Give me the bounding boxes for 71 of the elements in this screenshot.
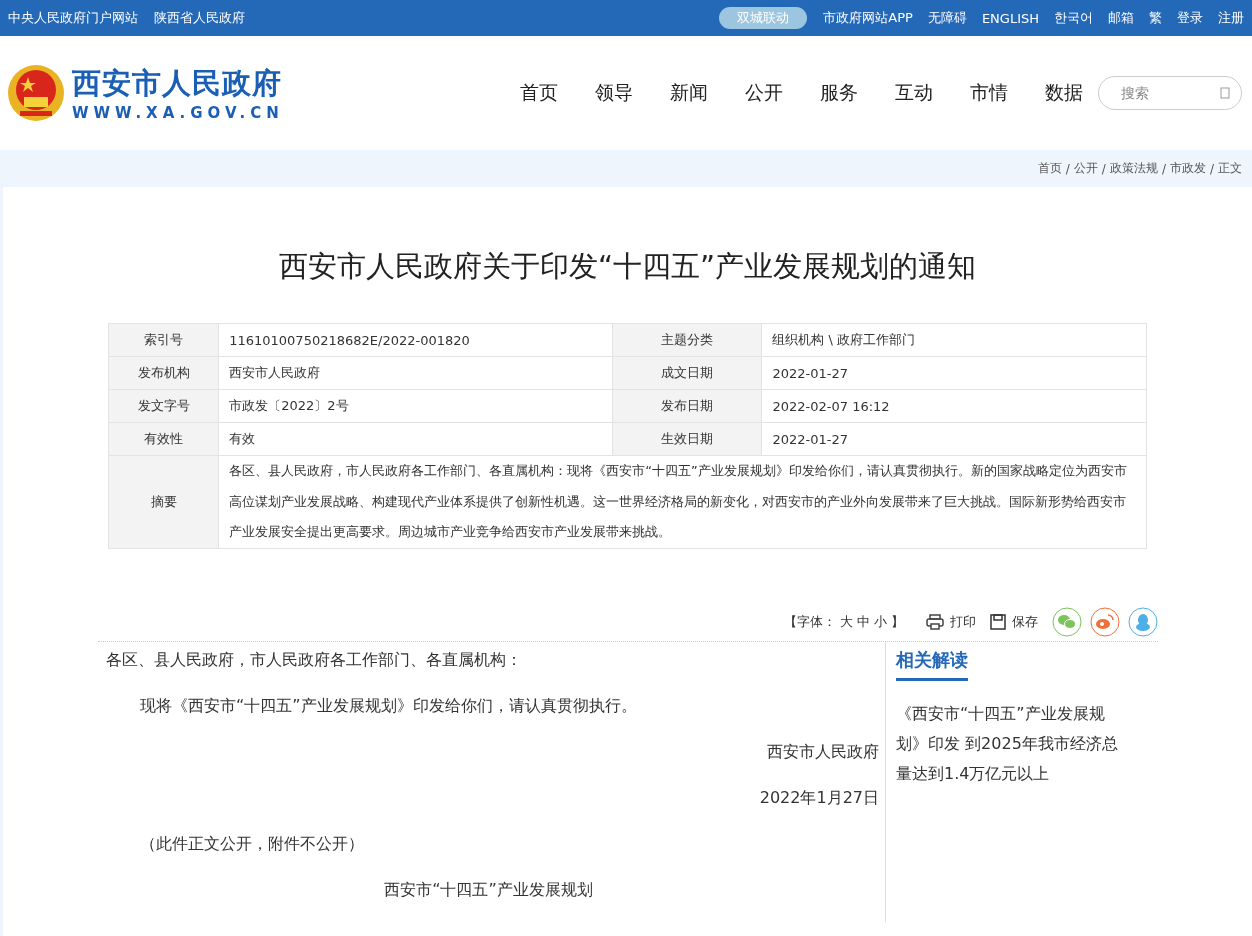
top-link[interactable]: 无障碍: [927, 9, 967, 27]
nav-item[interactable]: 数据: [1045, 80, 1083, 106]
nav-item[interactable]: 公开: [745, 80, 783, 106]
breadcrumb-separator: /: [1065, 161, 1070, 176]
emblem-icon: [6, 63, 66, 123]
related-link[interactable]: 《西安市“十四五”产业发展规划》印发 到2025年我市经济总量达到1.4万亿元以上: [896, 698, 1132, 789]
breadcrumb-separator: /: [1101, 161, 1106, 176]
floppy-icon: [990, 613, 1006, 630]
meta-label: 有效性: [108, 422, 219, 456]
meta-value: 组织机构 \ 政府工作部门: [761, 323, 1147, 357]
meta-label: 索引号: [108, 323, 219, 357]
nav-item[interactable]: 市情: [970, 80, 1008, 106]
meta-value: 市政发〔2022〕2号: [218, 389, 613, 423]
body-paragraph: 现将《西安市“十四五”产业发展规划》印发给你们，请认真贯彻执行。: [139, 694, 638, 717]
body-paragraph: 各区、县人民政府，市人民政府各工作部门、各直属机构：: [105, 648, 523, 671]
meta-label: 发文字号: [108, 389, 219, 423]
meta-label: 发布日期: [612, 389, 762, 423]
body-paragraph: 西安市人民政府: [766, 740, 880, 763]
font-size-bracket: 】: [891, 612, 904, 631]
site-url: WWW.XA.GOV.CN: [72, 104, 284, 122]
top-link[interactable]: 中央人民政府门户网站: [8, 9, 138, 27]
font-size-label: 【字体：: [784, 612, 836, 631]
nav-item[interactable]: 首页: [520, 80, 558, 106]
top-link[interactable]: 陕西省人民政府: [154, 9, 245, 27]
top-link[interactable]: ENGLISH: [981, 10, 1039, 26]
top-link[interactable]: 繁: [1149, 9, 1162, 27]
breadcrumb-link[interactable]: 公开: [1073, 160, 1098, 177]
meta-value: 2022-01-27: [761, 422, 1147, 456]
meta-value: 有效: [218, 422, 613, 456]
meta-value: 2022-01-27: [761, 356, 1147, 390]
nav-item[interactable]: 互动: [895, 80, 933, 106]
top-link[interactable]: 한국어: [1054, 9, 1093, 27]
font-size-link[interactable]: 中: [857, 612, 870, 631]
top-link[interactable]: 登录: [1177, 9, 1203, 27]
body-paragraph: 2022年1月27日: [758, 786, 880, 809]
breadcrumb-link[interactable]: 正文: [1218, 160, 1242, 177]
article-title: 西安市人民政府关于印发“十四五”产业发展规划的通知: [277, 248, 978, 285]
print-button[interactable]: 打印: [926, 612, 976, 631]
weibo-icon[interactable]: [1090, 606, 1120, 637]
meta-label: 主题分类: [612, 323, 762, 357]
summary-text: 各区、县人民政府，市人民政府各工作部门、各直属机构：现将《西安市“十四五”产业发展规划》印发给你们，请认真贯彻执行。新的国家战略定位为西安市高位谋划产业发展战略、构建现代产业体系提供了创新性机遇。这一世界经济格局的新变化，对西安市的产业外向发展带来了巨大挑战。国际新形势给西安市产业发展安全提出更高要求。周边城市产业竞争给西安市产业发展带来挑战。: [218, 455, 1147, 548]
breadcrumb-link[interactable]: 政策法规: [1109, 160, 1158, 177]
site-name[interactable]: 西安市人民政府: [72, 64, 284, 104]
meta-value: 西安市人民政府: [218, 356, 613, 390]
top-link[interactable]: 注册: [1218, 9, 1244, 27]
related-heading: 相关解读: [896, 647, 968, 681]
body-paragraph: （此件正文公开，附件不公开）: [139, 832, 365, 855]
font-size-link[interactable]: 小: [874, 612, 887, 631]
top-link[interactable]: 市政府网站APP: [823, 9, 913, 27]
breadcrumb-link[interactable]: 市政发: [1169, 160, 1206, 177]
meta-label: 摘要: [108, 455, 219, 548]
nav-item[interactable]: 新闻: [670, 80, 708, 106]
font-size-link[interactable]: 大: [840, 612, 853, 631]
penguin-icon[interactable]: [1128, 606, 1158, 637]
body-paragraph: 西安市“十四五”产业发展规划: [383, 878, 594, 901]
breadcrumb-link[interactable]: 首页: [1037, 160, 1062, 177]
search-field[interactable]: 搜索: [1098, 76, 1242, 110]
meta-value: 11610100750218682E/2022-001820: [218, 323, 613, 357]
meta-label: 发布机构: [108, 356, 219, 390]
printer-icon: [926, 613, 944, 630]
meta-label: 成文日期: [612, 356, 762, 390]
meta-value: 2022-02-07 16:12: [761, 389, 1147, 423]
breadcrumb-separator: /: [1161, 161, 1166, 176]
meta-label: 生效日期: [612, 422, 762, 456]
nav-item[interactable]: 领导: [595, 80, 633, 106]
search-icon[interactable]: [1220, 87, 1230, 99]
save-button[interactable]: 保存: [990, 612, 1038, 631]
wechat-icon[interactable]: [1052, 606, 1082, 637]
top-link[interactable]: 邮箱: [1108, 9, 1134, 27]
breadcrumb-separator: /: [1209, 161, 1214, 176]
nav-item[interactable]: 服务: [820, 80, 858, 106]
